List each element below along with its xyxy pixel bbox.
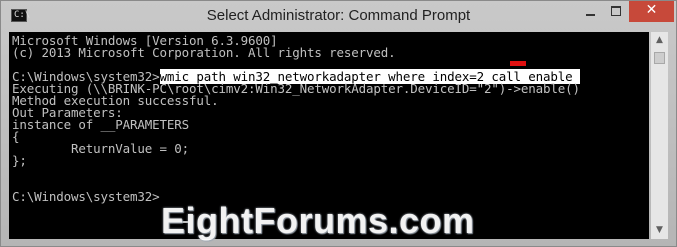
console-line: instance of __PARAMETERS bbox=[12, 117, 190, 132]
minimize-button[interactable] bbox=[577, 1, 603, 22]
scroll-thumb[interactable] bbox=[654, 52, 665, 64]
scroll-up-icon[interactable]: ▲ bbox=[651, 32, 668, 49]
close-button[interactable]: ✕ bbox=[629, 1, 674, 22]
selection-marker bbox=[510, 61, 526, 66]
title-bar[interactable]: C:\ Select Administrator: Command Prompt… bbox=[1, 1, 676, 31]
console-line: }; bbox=[12, 153, 27, 168]
scroll-down-icon[interactable]: ▼ bbox=[651, 222, 668, 239]
close-icon: ✕ bbox=[645, 2, 658, 18]
command-prompt-window: C:\ Select Administrator: Command Prompt… bbox=[0, 0, 677, 247]
console-line: (c) 2013 Microsoft Corporation. All righ… bbox=[12, 45, 396, 60]
vertical-scrollbar[interactable]: ▲ ▼ bbox=[651, 32, 668, 239]
window-title: Select Administrator: Command Prompt bbox=[206, 7, 471, 24]
console-line: ReturnValue = 0; bbox=[12, 141, 190, 156]
watermark-logo: EightForums.com bbox=[161, 200, 475, 241]
console-prompt-line: C:\Windows\system32> bbox=[12, 189, 160, 204]
maximize-button[interactable] bbox=[603, 1, 629, 22]
